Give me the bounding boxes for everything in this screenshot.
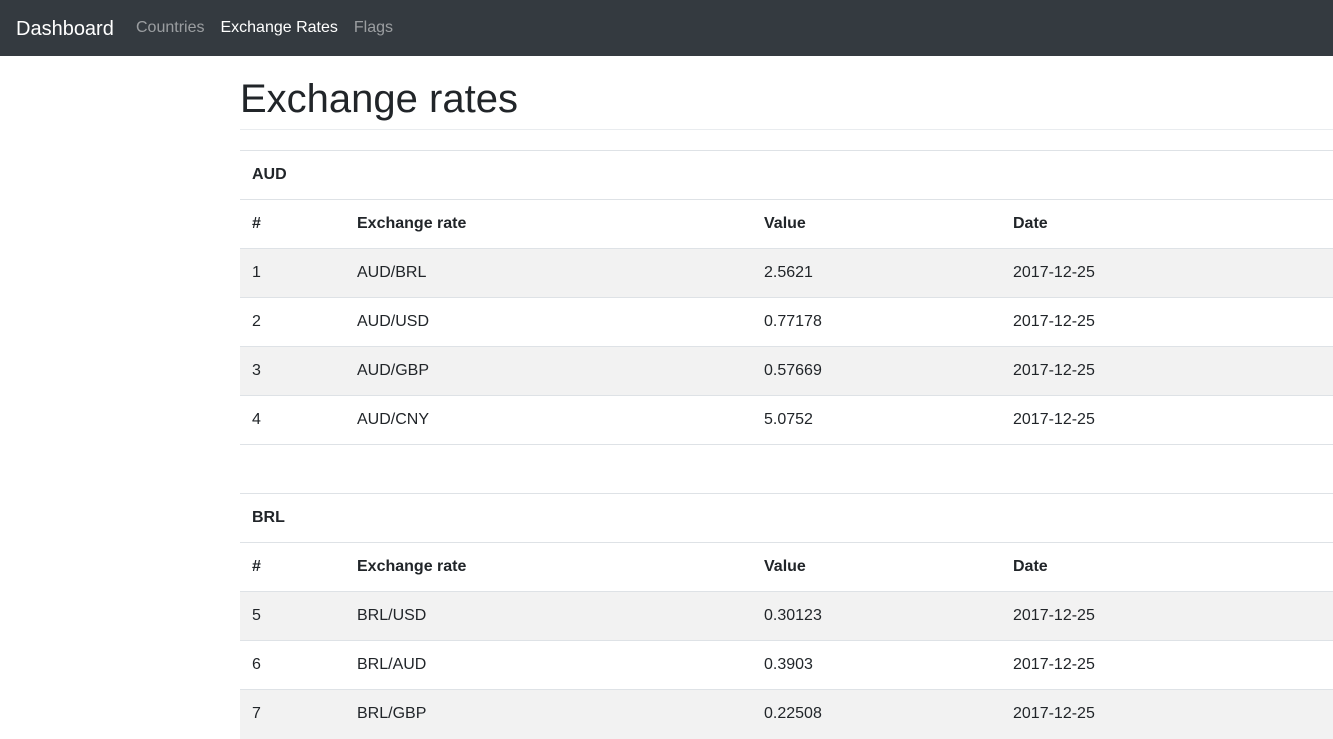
top-navbar: Dashboard Countries Exchange Rates Flags bbox=[0, 0, 1333, 56]
group-currency: BRL bbox=[240, 493, 1333, 543]
column-header-row: # Exchange rate Value Date bbox=[240, 542, 1333, 592]
exchange-rates-table: AUD # Exchange rate Value Date 1 AUD/BRL… bbox=[240, 150, 1333, 739]
cell-value: 0.57669 bbox=[752, 346, 1001, 396]
cell-num: 7 bbox=[240, 689, 345, 739]
col-header-num: # bbox=[240, 542, 345, 592]
cell-num: 3 bbox=[240, 346, 345, 396]
nav-link-flags[interactable]: Flags bbox=[346, 0, 401, 56]
cell-num: 2 bbox=[240, 297, 345, 347]
cell-value: 0.77178 bbox=[752, 297, 1001, 347]
cell-rate: BRL/GBP bbox=[345, 689, 752, 739]
nav-link-countries[interactable]: Countries bbox=[128, 0, 212, 56]
cell-value: 5.0752 bbox=[752, 395, 1001, 445]
col-header-num: # bbox=[240, 199, 345, 249]
col-header-rate: Exchange rate bbox=[345, 542, 752, 592]
table-row: 7 BRL/GBP 0.22508 2017-12-25 bbox=[240, 689, 1333, 739]
cell-rate: AUD/BRL bbox=[345, 248, 752, 298]
cell-date: 2017-12-25 bbox=[1001, 297, 1333, 347]
cell-num: 4 bbox=[240, 395, 345, 445]
cell-date: 2017-12-25 bbox=[1001, 689, 1333, 739]
group-separator bbox=[240, 444, 1333, 494]
table-row: 2 AUD/USD 0.77178 2017-12-25 bbox=[240, 297, 1333, 347]
nav-links: Countries Exchange Rates Flags bbox=[128, 0, 401, 56]
cell-date: 2017-12-25 bbox=[1001, 395, 1333, 445]
col-header-value: Value bbox=[752, 542, 1001, 592]
cell-rate: AUD/CNY bbox=[345, 395, 752, 445]
col-header-rate: Exchange rate bbox=[345, 199, 752, 249]
table-row: 4 AUD/CNY 5.0752 2017-12-25 bbox=[240, 395, 1333, 445]
table-row: 6 BRL/AUD 0.3903 2017-12-25 bbox=[240, 640, 1333, 690]
col-header-date: Date bbox=[1001, 199, 1333, 249]
group-header-aud: AUD bbox=[240, 150, 1333, 200]
cell-num: 1 bbox=[240, 248, 345, 298]
cell-value: 0.30123 bbox=[752, 591, 1001, 641]
cell-date: 2017-12-25 bbox=[1001, 346, 1333, 396]
cell-rate: AUD/GBP bbox=[345, 346, 752, 396]
group-currency: AUD bbox=[240, 150, 1333, 200]
group-header-brl: BRL bbox=[240, 493, 1333, 543]
nav-link-exchange-rates[interactable]: Exchange Rates bbox=[212, 0, 345, 56]
col-header-date: Date bbox=[1001, 542, 1333, 592]
cell-value: 0.3903 bbox=[752, 640, 1001, 690]
cell-rate: BRL/AUD bbox=[345, 640, 752, 690]
table-row: 1 AUD/BRL 2.5621 2017-12-25 bbox=[240, 248, 1333, 298]
cell-num: 5 bbox=[240, 591, 345, 641]
cell-value: 2.5621 bbox=[752, 248, 1001, 298]
page-title: Exchange rates bbox=[240, 77, 518, 121]
cell-rate: AUD/USD bbox=[345, 297, 752, 347]
table-row: 3 AUD/GBP 0.57669 2017-12-25 bbox=[240, 346, 1333, 396]
cell-date: 2017-12-25 bbox=[1001, 248, 1333, 298]
table-row: 5 BRL/USD 0.30123 2017-12-25 bbox=[240, 591, 1333, 641]
brand-link[interactable]: Dashboard bbox=[16, 15, 114, 43]
cell-num: 6 bbox=[240, 640, 345, 690]
cell-rate: BRL/USD bbox=[345, 591, 752, 641]
col-header-value: Value bbox=[752, 199, 1001, 249]
column-header-row: # Exchange rate Value Date bbox=[240, 199, 1333, 249]
cell-value: 0.22508 bbox=[752, 689, 1001, 739]
main-content: Exchange rates AUD # Exchange rate Value… bbox=[240, 56, 1333, 739]
cell-date: 2017-12-25 bbox=[1001, 591, 1333, 641]
cell-date: 2017-12-25 bbox=[1001, 640, 1333, 690]
